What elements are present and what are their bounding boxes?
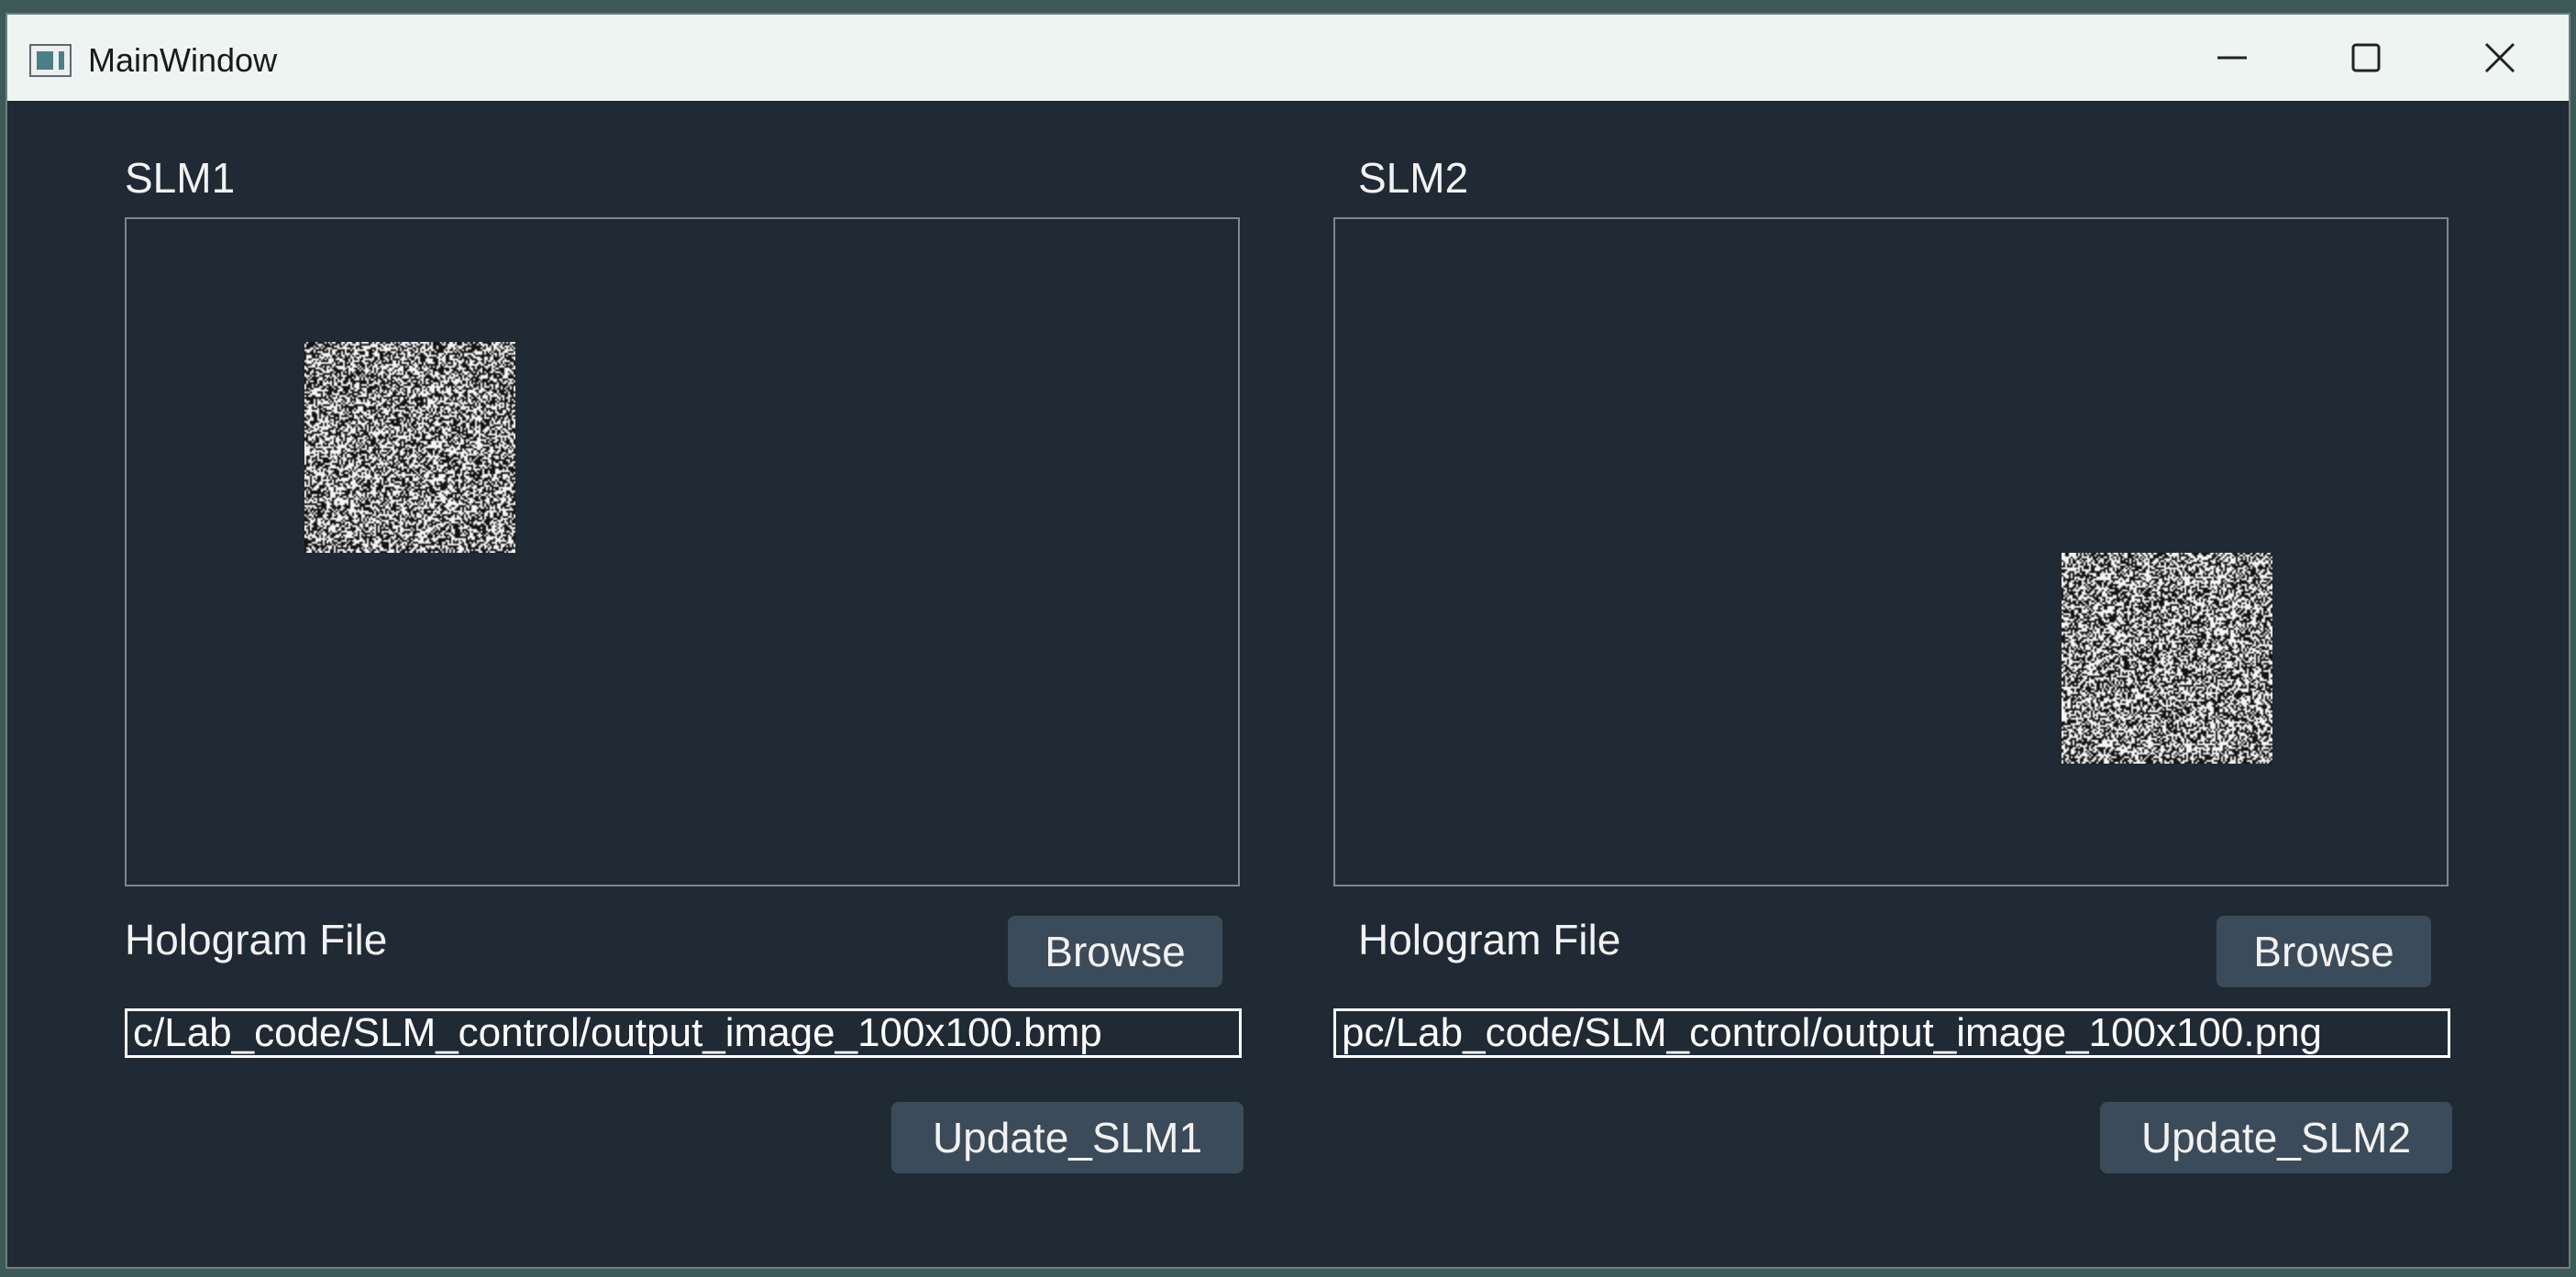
minimize-icon <box>2217 56 2247 60</box>
slm2-hologram-file-label: Hologram File <box>1358 916 1621 963</box>
slm1-browse-button[interactable]: Browse <box>1008 916 1222 987</box>
app-window-icon <box>29 44 72 77</box>
slm2-label: SLM2 <box>1358 154 1469 202</box>
title-bar[interactable]: MainWindow <box>7 15 2569 101</box>
slm2-hologram-image <box>2062 553 2272 764</box>
minimize-button[interactable] <box>2165 15 2299 101</box>
slm2-path-field[interactable] <box>1333 1008 2450 1058</box>
update-slm2-button[interactable]: Update_SLM2 <box>2100 1102 2452 1173</box>
main-window: MainWindow SLM1 Hologram File Browse Upd… <box>6 13 2570 1269</box>
close-button[interactable] <box>2433 15 2567 101</box>
update-slm1-button[interactable]: Update_SLM1 <box>891 1102 1244 1173</box>
maximize-button[interactable] <box>2299 15 2433 101</box>
window-title: MainWindow <box>88 41 278 79</box>
slm1-path-field[interactable] <box>125 1008 1242 1058</box>
slm2-browse-button[interactable]: Browse <box>2217 916 2431 987</box>
maximize-icon <box>2351 43 2381 72</box>
slm1-label: SLM1 <box>125 154 236 202</box>
close-icon <box>2484 42 2515 73</box>
slm1-hologram-image <box>304 342 515 553</box>
slm1-viewer <box>125 217 1240 886</box>
slm1-hologram-file-label: Hologram File <box>125 916 388 963</box>
slm2-viewer <box>1333 217 2449 886</box>
